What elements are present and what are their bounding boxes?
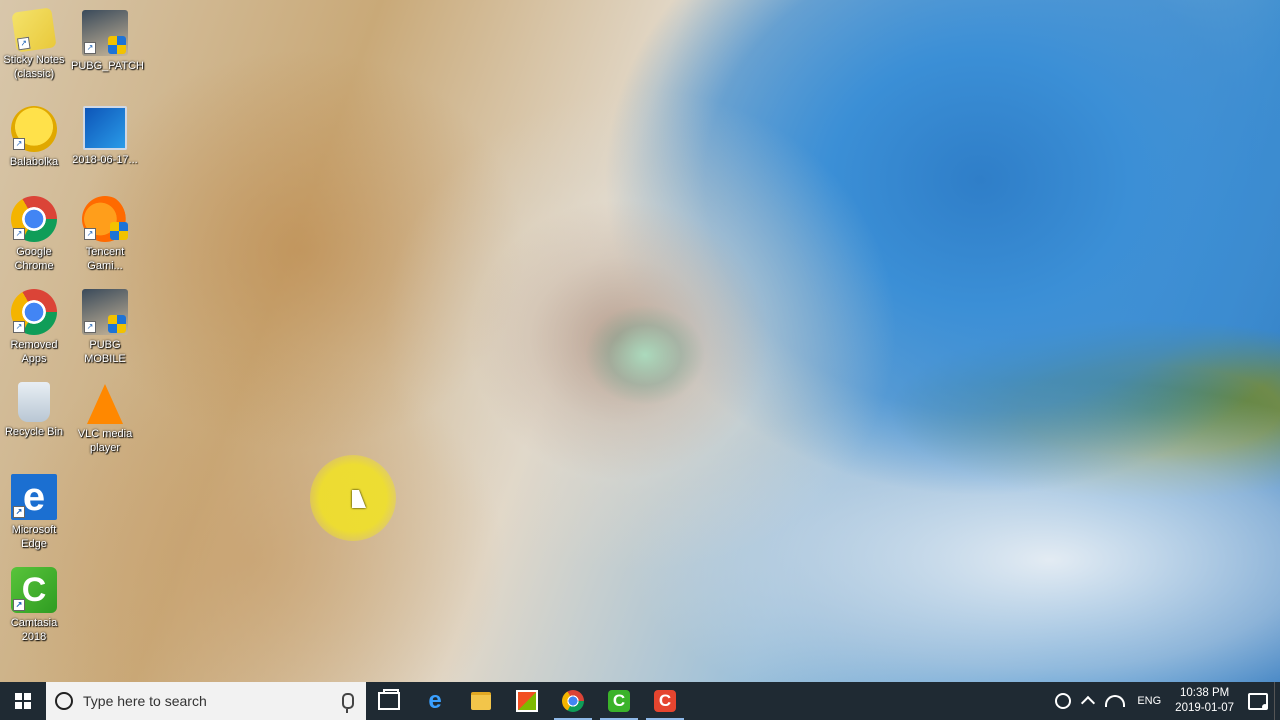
chrome-icon: ↗	[11, 289, 57, 335]
people-icon	[1055, 693, 1072, 709]
desktop-wallpaper	[0, 0, 1280, 682]
desktop-icon-microsoft-edge[interactable]: e ↗ Microsoft Edge	[0, 470, 70, 551]
taskbar: Type here to search e C C ENG 10:38 PM 2…	[0, 682, 1280, 720]
taskbar-file-explorer-button[interactable]	[458, 682, 504, 720]
edge-icon: e ↗	[11, 474, 57, 520]
microphone-icon[interactable]	[342, 693, 354, 713]
desktop-icon-vlc[interactable]: VLC media player	[69, 378, 141, 455]
taskbar-store-button[interactable]	[504, 682, 550, 720]
vlc-icon	[87, 384, 123, 424]
language-indicator[interactable]: ENG	[1131, 682, 1167, 720]
pubg-patch-icon: ↗	[82, 10, 128, 56]
start-button[interactable]	[0, 682, 46, 720]
desktop-icon-label: 2018-06-17...	[72, 154, 138, 166]
taskbar-chrome-button[interactable]	[550, 682, 596, 720]
taskbar-search-box[interactable]: Type here to search	[46, 682, 366, 720]
clock[interactable]: 10:38 PM 2019-01-07	[1167, 686, 1242, 716]
edge-icon: e	[428, 687, 442, 714]
desktop-icon-label: Recycle Bin	[4, 426, 64, 438]
desktop-icon-balabolka[interactable]: ↗ Balabolka	[0, 102, 70, 169]
chevron-up-icon	[1081, 695, 1096, 711]
taskbar-camtasia-button[interactable]: C	[596, 682, 642, 720]
camtasia-icon: C	[608, 690, 630, 712]
clock-time: 10:38 PM	[1179, 687, 1230, 699]
desktop-icon-label: Microsoft Edge	[11, 524, 57, 550]
windows-logo-icon	[15, 693, 31, 709]
desktop-icon-windows-setup[interactable]: 2018-06-17...	[69, 102, 141, 167]
chrome-icon: ↗	[11, 196, 57, 242]
action-center-button[interactable]	[1242, 682, 1274, 720]
desktop-icon-pubg-patch[interactable]: ↗ PUBG_PATCH	[69, 6, 144, 73]
task-view-icon	[378, 689, 400, 710]
desktop-icon-removed-apps[interactable]: ↗ Removed Apps	[0, 285, 70, 366]
desktop-icon-sticky-notes[interactable]: ↗ Sticky Notes (classic)	[0, 6, 70, 81]
chrome-icon	[562, 690, 584, 712]
desktop-icon-tencent-gaming[interactable]: ↗ Tencent Gami...	[69, 192, 141, 273]
desktop-icon-label: Sticky Notes (classic)	[3, 54, 65, 80]
pubg-mobile-icon: ↗	[82, 289, 128, 335]
desktop-icon-label: Balabolka	[9, 156, 59, 168]
sticky-notes-icon: ↗	[11, 7, 57, 53]
notification-icon	[1248, 692, 1268, 710]
taskbar-edge-button[interactable]: e	[412, 682, 458, 720]
store-icon	[516, 690, 538, 712]
folder-icon	[471, 692, 491, 710]
desktop-icon-label: Camtasia 2018	[10, 617, 58, 643]
windows-setup-icon	[83, 106, 127, 150]
people-button[interactable]	[1049, 682, 1077, 720]
desktop-icon-camtasia[interactable]: C ↗ Camtasia 2018	[0, 563, 70, 644]
clock-date: 2019-01-07	[1175, 702, 1234, 714]
balabolka-icon: ↗	[11, 106, 57, 152]
task-view-button[interactable]	[366, 682, 412, 720]
system-tray: ENG 10:38 PM 2019-01-07	[1049, 682, 1280, 720]
desktop-icon-label: PUBG_PATCH	[71, 60, 144, 72]
desktop-icon-label: VLC media player	[77, 428, 133, 454]
desktop-icon-recycle-bin[interactable]: Recycle Bin	[0, 378, 70, 439]
camtasia-icon: C ↗	[11, 567, 57, 613]
tencent-gaming-icon: ↗	[82, 196, 128, 242]
recycle-bin-icon	[18, 382, 50, 422]
desktop-icon-label: Removed Apps	[10, 339, 58, 365]
desktop-icon-google-chrome[interactable]: ↗ Google Chrome	[0, 192, 70, 273]
camtasia-recorder-icon: C	[654, 690, 676, 712]
show-desktop-button[interactable]	[1274, 682, 1280, 720]
taskbar-camtasia-recorder-button[interactable]: C	[642, 682, 688, 720]
desktop-icon-label: PUBG MOBILE	[84, 339, 126, 365]
desktop-icon-pubg-mobile[interactable]: ↗ PUBG MOBILE	[69, 285, 141, 366]
desktop-icon-label: Tencent Gami...	[85, 246, 125, 272]
show-hidden-icons-button[interactable]	[1077, 682, 1099, 720]
search-placeholder: Type here to search	[83, 693, 207, 709]
network-button[interactable]	[1099, 682, 1131, 720]
wifi-icon	[1105, 695, 1126, 707]
cortana-icon	[55, 692, 73, 710]
mouse-cursor-icon	[352, 490, 366, 508]
desktop-icon-label: Google Chrome	[14, 246, 54, 272]
